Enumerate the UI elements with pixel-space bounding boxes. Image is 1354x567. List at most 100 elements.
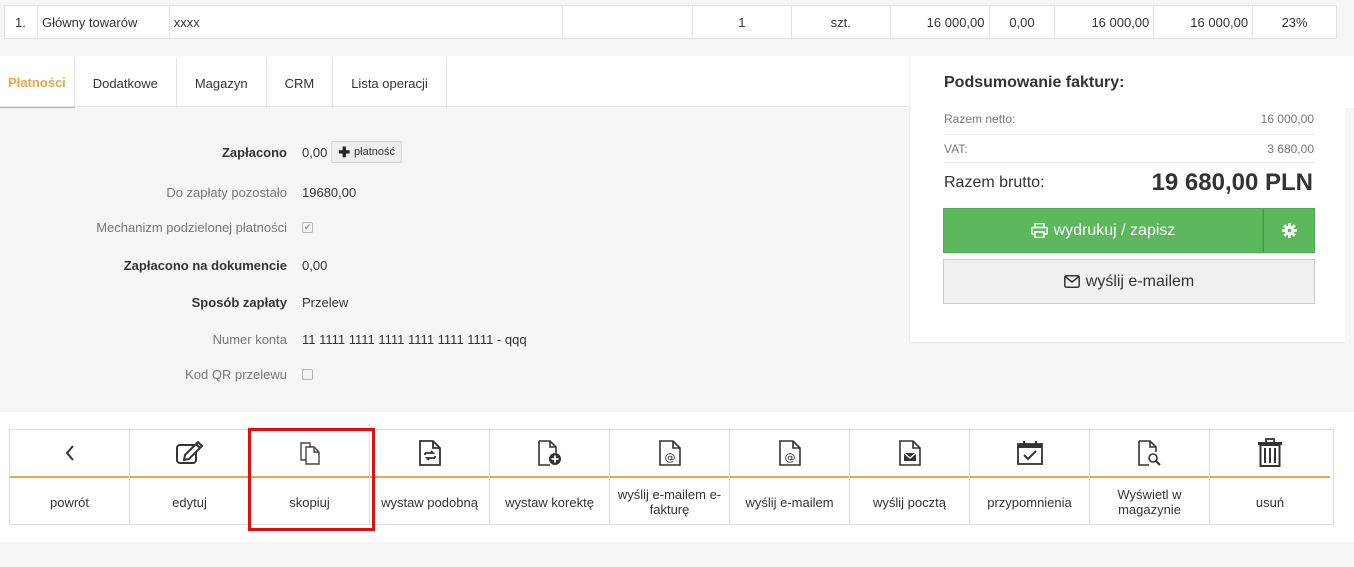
qr-code-row: Kod QR przelewu (0, 364, 700, 384)
tab-magazyn[interactable]: Magazyn (176, 58, 267, 108)
summary-vat-label: VAT: (944, 142, 968, 156)
payment-method-row: Sposób zapłaty Przelew (0, 292, 700, 312)
item-gross: 16 000,00 (1154, 6, 1254, 38)
tabs-divider (0, 106, 908, 107)
show-in-warehouse-button[interactable]: Wyświetl w magazynie (1090, 430, 1210, 524)
summary-separator (944, 162, 1314, 163)
send-email-toolbar-label: wyślij e-mailem (745, 494, 834, 510)
summary-separator (944, 134, 1314, 135)
edit-label: edytuj (172, 494, 207, 510)
send-post-label: wyślij pocztą (873, 494, 946, 510)
paid-on-document-row: Zapłacono na dokumencie 0,00 (0, 255, 700, 275)
qr-code-checkbox[interactable] (302, 368, 313, 380)
document-envelope-icon (898, 440, 921, 466)
send-email-label: wyślij e-mailem (1085, 272, 1195, 290)
summary-gross-value: 19 680,00 PLN (1151, 169, 1313, 196)
printer-icon (1030, 223, 1048, 238)
send-email-toolbar-button[interactable]: @ wyślij e-mailem (730, 430, 850, 524)
issue-correction-button[interactable]: wystaw korektę (490, 430, 610, 524)
send-einvoice-button[interactable]: @ wyślij e-mailem e-fakturę (610, 430, 730, 524)
document-refresh-icon (418, 440, 441, 466)
envelope-icon (1063, 275, 1080, 288)
payment-method-value: Przelew (302, 294, 349, 310)
summary-vat-row: VAT: 3 680,00 (944, 142, 1314, 156)
add-payment-label: płatność (354, 146, 396, 158)
remaining-row: Do zapłaty pozostało 19680,00 (0, 182, 700, 202)
item-net: 16 000,00 (1055, 6, 1155, 38)
edit-icon (175, 440, 203, 464)
invoice-item-row: 1. Główny towarów xxxx 1 szt. 16 000,00 … (4, 5, 1337, 39)
svg-text:@: @ (784, 451, 795, 464)
action-toolbar: powrót edytuj skopiuj wystaw podobną wys… (9, 429, 1334, 525)
document-add-icon (537, 440, 561, 466)
reminders-label: przypomnienia (987, 494, 1072, 510)
tab-lista-operacji[interactable]: Lista operacji (333, 58, 447, 108)
add-payment-button[interactable]: ✚ płatność (331, 141, 403, 163)
edit-button[interactable]: edytuj (130, 430, 250, 524)
calendar-check-icon (1016, 441, 1043, 465)
paid-row: Zapłacono 0,00 ✚ płatność (0, 141, 700, 163)
copy-button[interactable]: skopiuj (250, 430, 370, 524)
split-payment-label: Mechanizm podzielonej płatności (96, 219, 287, 235)
item-name: Główny towarów (38, 6, 170, 38)
trash-icon (1258, 438, 1282, 467)
split-payment-checkbox[interactable]: ✔ (302, 221, 313, 233)
delete-label: usuń (1255, 494, 1285, 510)
document-search-icon (1137, 440, 1161, 466)
gear-icon (1281, 223, 1297, 238)
paid-value: 0,00 (302, 144, 328, 160)
back-label: powrót (49, 494, 90, 510)
reminders-button[interactable]: przypomnienia (970, 430, 1090, 524)
send-email-button[interactable]: wyślij e-mailem (943, 259, 1315, 304)
paid-on-document-value: 0,00 (302, 257, 328, 273)
summary-net-row: Razem netto: 16 000,00 (944, 112, 1314, 126)
back-button[interactable]: powrót (10, 430, 130, 524)
tab-crm[interactable]: CRM (266, 58, 334, 108)
summary-gross-label: Razem brutto: (944, 174, 1045, 191)
item-price: 16 000,00 (891, 6, 990, 38)
item-description: xxxx (170, 6, 564, 38)
account-number-row: Numer konta 11 1111 1111 1111 1111 1111 … (0, 329, 700, 349)
remaining-value: 19680,00 (302, 184, 357, 200)
send-einvoice-label: wyślij e-mailem e-fakturę (617, 487, 722, 517)
send-post-button[interactable]: wyślij pocztą (850, 430, 970, 524)
show-in-warehouse-label: Wyświetl w magazynie (1117, 487, 1182, 517)
svg-text:@: @ (664, 451, 675, 464)
tab-bar: Płatności Dodatkowe Magazyn CRM Lista op… (0, 58, 447, 108)
issue-similar-label: wystaw podobną (381, 494, 478, 510)
issue-similar-button[interactable]: wystaw podobną (370, 430, 490, 524)
account-number-label: Numer konta (212, 331, 287, 347)
remaining-label: Do zapłaty pozostało (166, 184, 287, 200)
payment-method-label: Sposób zapłaty (191, 294, 287, 310)
document-at-icon: @ (658, 440, 681, 466)
summary-net-value: 16 000,00 (1260, 112, 1314, 126)
tab-platnosci[interactable]: Płatności (0, 58, 75, 108)
print-settings-button[interactable] (1263, 208, 1315, 253)
copy-label: skopiuj (289, 494, 330, 510)
plus-icon: ✚ (338, 143, 351, 160)
bottom-band (0, 542, 1354, 567)
summary-vat-value: 3 680,00 (1267, 142, 1314, 156)
item-quantity: 1 (693, 6, 792, 38)
chevron-left-icon (65, 445, 74, 461)
document-at-icon: @ (778, 440, 801, 466)
print-save-label: wydrukuj / zapisz (1053, 221, 1176, 239)
item-unit: szt. (792, 6, 891, 38)
item-vat: 23% (1281, 14, 1308, 30)
account-number-value: 11 1111 1111 1111 1111 1111 1111 - qqq (302, 331, 527, 347)
invoice-summary: Podsumowanie faktury: Razem netto: 16 00… (909, 56, 1345, 343)
copy-icon (299, 442, 320, 465)
summary-net-label: Razem netto: (944, 112, 1016, 126)
print-save-button[interactable]: wydrukuj / zapisz (943, 208, 1263, 253)
item-discount: 0,00 (990, 6, 1056, 38)
split-payment-row: Mechanizm podzielonej płatności ✔ (0, 217, 700, 237)
item-extra (563, 6, 693, 38)
paid-on-document-label: Zapłacono na dokumencie (123, 257, 287, 273)
paid-label: Zapłacono (221, 144, 287, 160)
summary-title: Podsumowanie faktury: (944, 74, 1125, 91)
item-lp: 1. (5, 6, 38, 38)
qr-code-label: Kod QR przelewu (185, 366, 287, 382)
issue-correction-label: wystaw korektę (505, 494, 594, 510)
tab-dodatkowe[interactable]: Dodatkowe (74, 58, 177, 108)
delete-button[interactable]: usuń (1210, 430, 1330, 524)
